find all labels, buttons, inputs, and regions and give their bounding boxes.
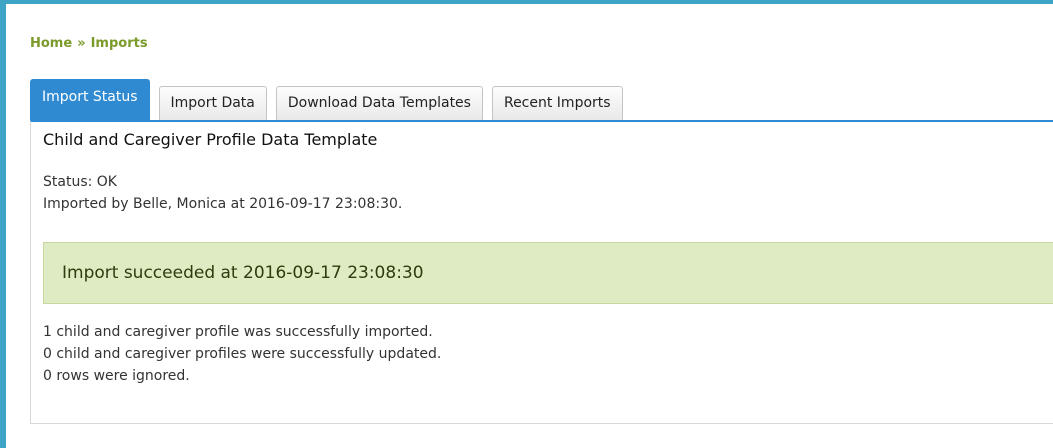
tab-import-data[interactable]: Import Data: [158, 86, 267, 120]
tab-recent-imports[interactable]: Recent Imports: [491, 86, 623, 120]
result-imported-count: 1 child and caregiver profile was succes…: [43, 324, 433, 340]
status-text: Status: OK: [43, 174, 117, 190]
success-message-box: Import succeeded at 2016-09-17 23:08:30: [43, 242, 1053, 304]
result-updated-count: 0 child and caregiver profiles were succ…: [43, 346, 442, 362]
tab-import-status[interactable]: Import Status: [30, 79, 150, 120]
import-status-panel: Child and Caregiver Profile Data Templat…: [30, 120, 1053, 424]
breadcrumb-home-link[interactable]: Home: [30, 36, 72, 51]
tab-download-data-templates[interactable]: Download Data Templates: [275, 86, 483, 120]
panel-title: Child and Caregiver Profile Data Templat…: [43, 130, 378, 149]
tab-bar: Import Status Import Data Download Data …: [30, 79, 632, 120]
imported-by-text: Imported by Belle, Monica at 2016-09-17 …: [43, 196, 403, 212]
breadcrumb-imports-link[interactable]: Imports: [91, 36, 148, 51]
result-ignored-count: 0 rows were ignored.: [43, 368, 190, 384]
success-message: Import succeeded at 2016-09-17 23:08:30: [62, 263, 424, 283]
breadcrumb-separator: »: [77, 36, 86, 51]
breadcrumb: Home » Imports: [30, 36, 148, 51]
page-frame: Home » Imports Import Status Import Data D…: [0, 0, 1053, 448]
